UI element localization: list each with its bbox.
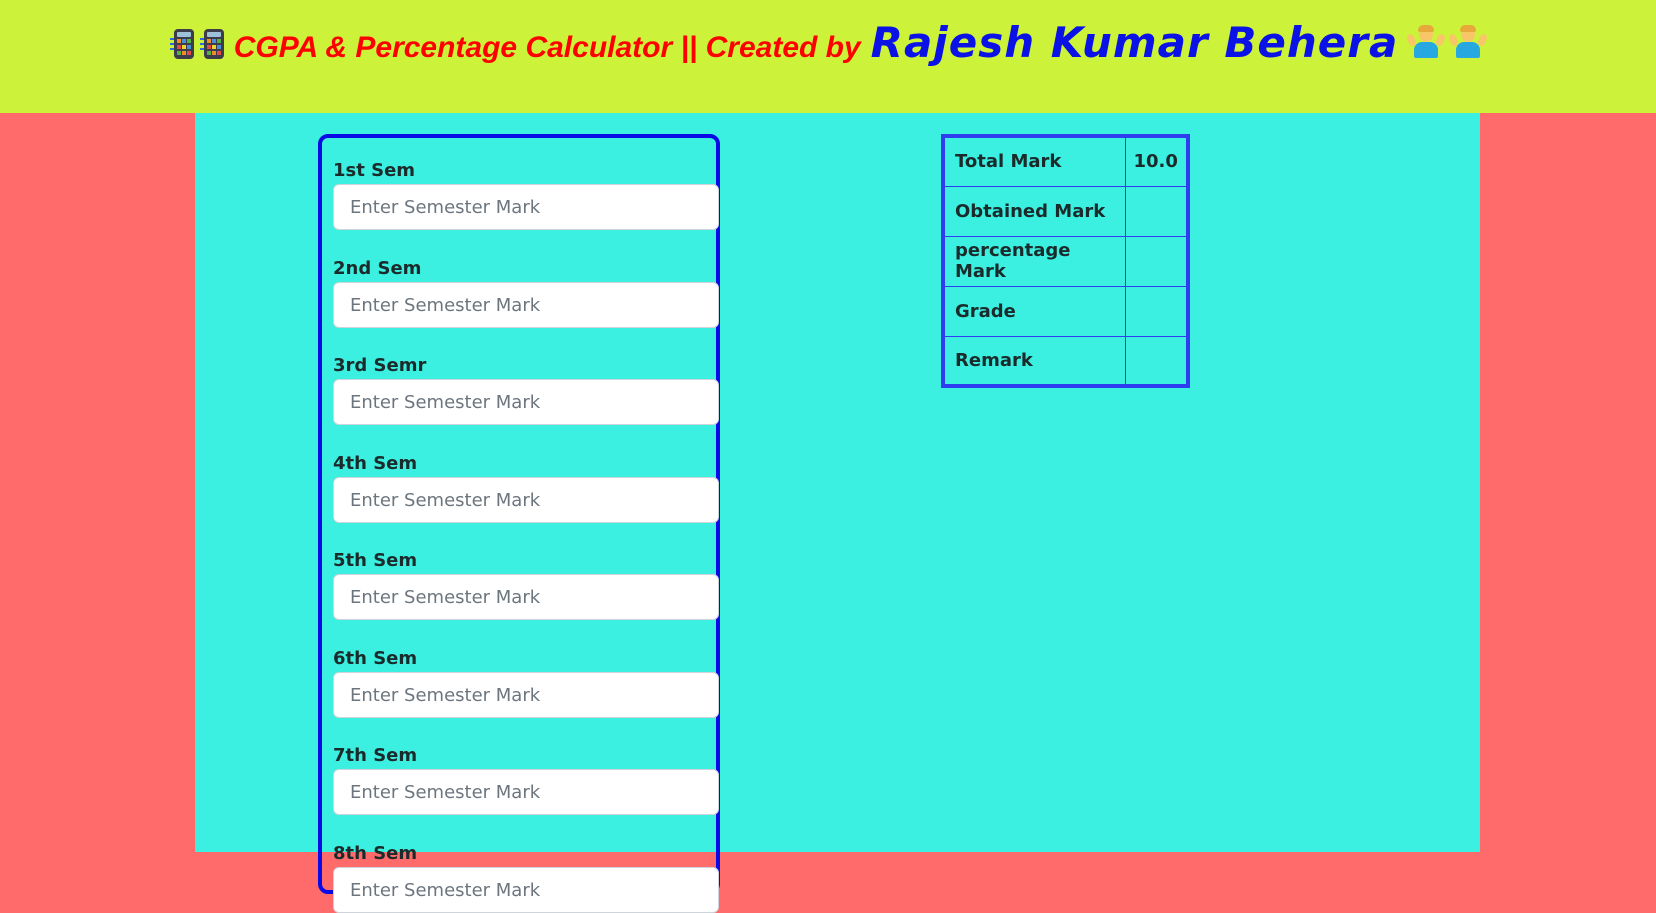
semester-label: 4th Sem [333, 453, 418, 474]
obtained-mark-label: Obtained Mark [942, 185, 1126, 237]
semester-2-input[interactable] [333, 282, 719, 328]
person-shrugging-icon [1448, 25, 1489, 59]
percentage-mark-value [1124, 235, 1189, 287]
grade-label: Grade [942, 285, 1126, 337]
semester-label: 2nd Sem [333, 258, 422, 279]
semester-label: 6th Sem [333, 648, 418, 669]
semester-8-input[interactable] [333, 867, 719, 913]
grade-value [1124, 285, 1189, 337]
semester-4-input[interactable] [333, 477, 719, 523]
semester-7-input[interactable] [333, 769, 719, 815]
semester-field: 3rd Semr [333, 353, 719, 425]
remark-value [1124, 335, 1189, 387]
table-row: Remark [942, 335, 1189, 387]
app-title: CGPA & Percentage Calculator || Created … [233, 31, 861, 64]
semester-field: 1st Sem [333, 158, 719, 230]
semester-1-input[interactable] [333, 184, 719, 230]
table-row: Grade [942, 285, 1189, 337]
semester-label: 1st Sem [333, 160, 416, 181]
semester-label: 3rd Semr [333, 355, 427, 376]
table-row: Obtained Mark [942, 185, 1189, 237]
remark-label: Remark [942, 335, 1126, 387]
total-mark-value: 10.0 [1124, 135, 1189, 187]
percentage-mark-label: percentage Mark [942, 235, 1126, 287]
author-name: Rajesh Kumar Behera [870, 18, 1399, 67]
semester-label: 8th Sem [333, 843, 418, 864]
semester-5-input[interactable] [333, 574, 719, 620]
semester-6-input[interactable] [333, 672, 719, 718]
semester-field: 7th Sem [333, 743, 719, 815]
page-header: CGPA & Percentage Calculator || Created … [0, 0, 1656, 113]
header-trailing-icons [1406, 25, 1489, 59]
abacus-calculator-icon [169, 29, 194, 59]
semester-label: 7th Sem [333, 745, 418, 766]
semester-field: 2nd Sem [333, 256, 719, 328]
semester-label: 5th Sem [333, 550, 418, 571]
result-table: Total Mark 10.0 Obtained Mark percentage… [941, 134, 1190, 388]
person-shrugging-icon [1406, 25, 1447, 59]
table-row: Total Mark 10.0 [942, 135, 1189, 187]
header-title: CGPA & Percentage Calculator || Created … [0, 18, 1656, 67]
semester-3-input[interactable] [333, 379, 719, 425]
total-mark-label: Total Mark [942, 135, 1126, 187]
abacus-calculator-icon [199, 29, 224, 59]
semester-field: 6th Sem [333, 646, 719, 718]
obtained-mark-value [1124, 185, 1189, 237]
semester-form: 1st Sem 2nd Sem 3rd Semr 4th Sem 5th Sem… [318, 134, 720, 913]
main-content: 1st Sem 2nd Sem 3rd Semr 4th Sem 5th Sem… [195, 113, 1480, 913]
semester-field: 4th Sem [333, 451, 719, 523]
table-row: percentage Mark [942, 235, 1189, 287]
semester-field: 5th Sem [333, 548, 719, 620]
header-leading-icons [169, 29, 224, 59]
